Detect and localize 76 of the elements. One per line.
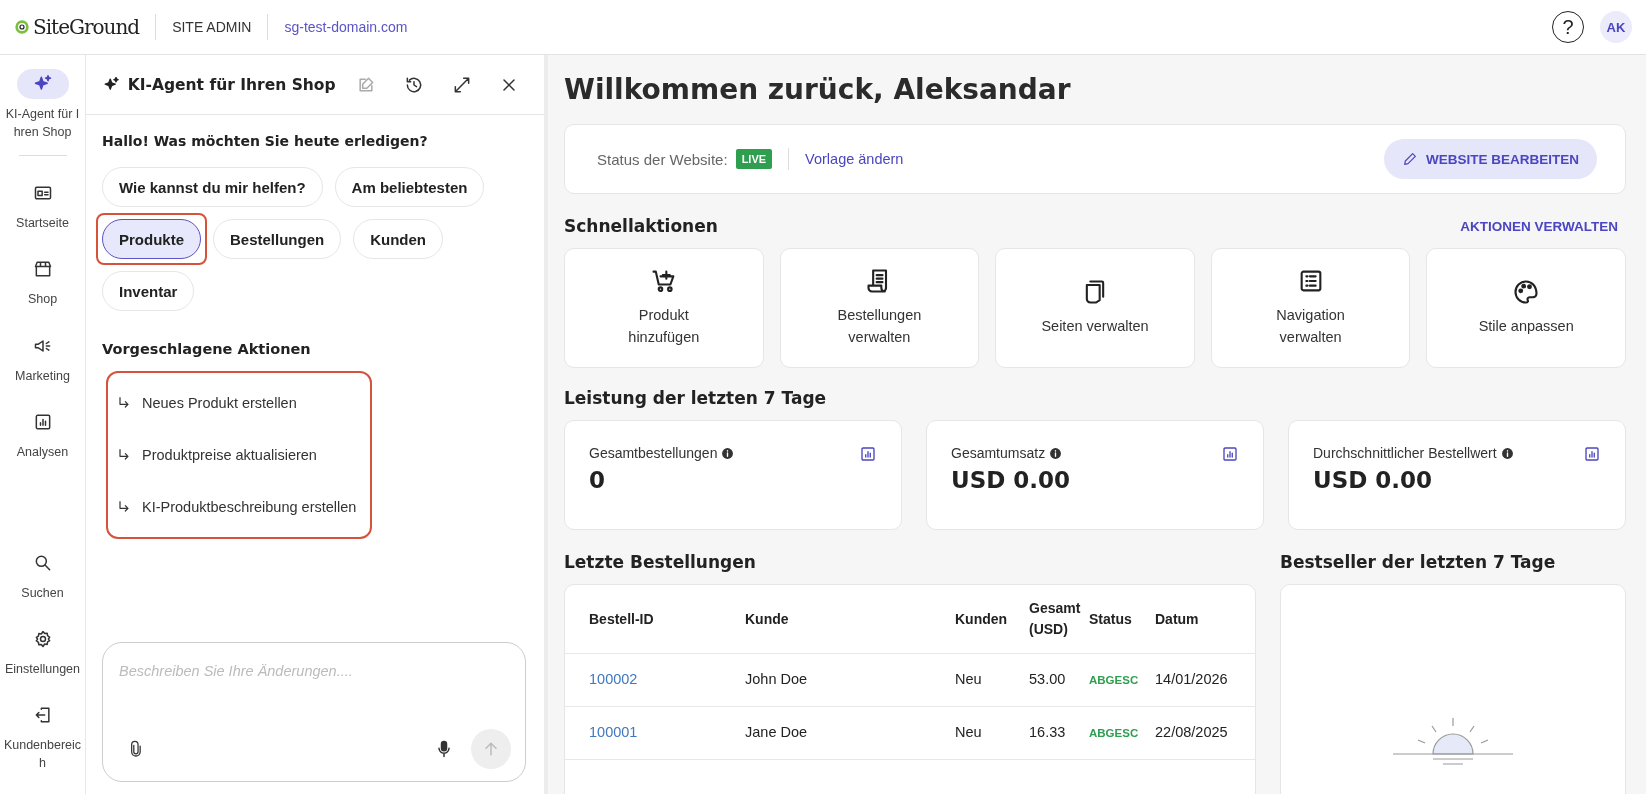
page-title: Willkommen zurück, Aleksandar (564, 73, 1072, 106)
logo[interactable]: SiteGround (14, 15, 140, 39)
order-link[interactable]: 100002 (589, 671, 638, 688)
quick-action-card[interactable]: Bestellungen verwalten (779, 248, 980, 368)
suggestion-chip[interactable]: Bestellungen (213, 219, 342, 259)
suggestion-chip[interactable]: Wie kannst du mir helfen? (102, 167, 323, 207)
section-title: Schnellaktionen (564, 216, 718, 236)
status-label: ABGESC (1089, 727, 1139, 740)
suggested-action[interactable]: KI-Produktbeschreibung erstellen (108, 481, 370, 533)
table-cell: 14/01/2026 (1155, 671, 1228, 688)
suggestion-chip[interactable]: Kunden (353, 219, 444, 259)
section-title: Vorgeschlagene Aktionen (102, 341, 312, 357)
swirl-icon (14, 19, 30, 35)
sidebar-item[interactable]: Startseite (2, 178, 83, 233)
palette-icon (1512, 278, 1541, 307)
quick-action-card[interactable]: Produkt hinzufügen (564, 248, 764, 368)
order-link[interactable]: 100001 (589, 724, 638, 741)
table-cell: Neu (955, 671, 982, 688)
table-cell: 22/08/2025 (1155, 724, 1228, 741)
sidebar-item[interactable]: Analysen (2, 406, 83, 461)
chart-icon (1221, 445, 1239, 463)
column-header: Datum (1155, 585, 1255, 654)
column-header: Bestell-ID (565, 585, 745, 654)
info-icon (721, 446, 735, 460)
domain-link[interactable]: sg-test-domain.com (284, 19, 408, 35)
stat-value: 0 (589, 467, 606, 493)
return-arrow-icon (116, 395, 132, 411)
table-cell: Jane Doe (745, 724, 808, 741)
panel-title: KI-Agent für Ihren Shop (127, 75, 336, 94)
column-header: Gesamt (USD) (1029, 585, 1089, 654)
section-title: Bestseller der letzten 7 Tage (1280, 552, 1557, 572)
column-header: Status (1089, 585, 1155, 654)
stat-label: Gesamtumsatz (951, 445, 1046, 461)
return-arrow-icon (116, 447, 132, 463)
message-field[interactable]: Beschreiben Sie Ihre Änderungen.... (119, 657, 511, 685)
manage-actions-link[interactable]: AKTIONEN VERWALTEN (1460, 218, 1618, 234)
sidebar-item[interactable]: Einstellungen (2, 623, 83, 678)
status-label: Status der Website: (597, 150, 728, 168)
table-cell: Neu (955, 724, 982, 741)
column-header: Kunden (955, 585, 1029, 654)
quick-action-card[interactable]: Stile anpassen (1426, 248, 1626, 368)
quick-action-card[interactable]: Navigation verwalten (1210, 248, 1411, 368)
pencil-icon (1402, 151, 1418, 167)
suggestion-chip[interactable]: Produkte (102, 219, 201, 259)
section-title: Leistung der letzten 7 Tage (564, 388, 828, 408)
stat-label: Durchschnittlicher Bestellwert (1313, 445, 1497, 461)
live-badge: LIVE (735, 149, 773, 169)
suggestion-chip[interactable]: Inventar (102, 271, 195, 311)
section-label: SITE ADMIN (172, 19, 252, 35)
quick-action-card[interactable]: Seiten verwalten (995, 248, 1195, 368)
section-title: Letzte Bestellungen (564, 552, 757, 572)
stat-value: USD 0.00 (951, 467, 1072, 493)
table-cell: John Doe (745, 671, 808, 688)
sidebar-item[interactable]: Shop (2, 254, 83, 309)
table-cell: 16.33 (1029, 724, 1066, 741)
sidebar-item[interactable]: KI-Agent für Ihren Shop (2, 69, 83, 142)
suggested-action[interactable]: Produktpreise aktualisieren (108, 429, 370, 481)
chart-icon (1583, 445, 1601, 463)
suggested-action[interactable]: Neues Produkt erstellen (108, 377, 370, 429)
info-icon (1049, 446, 1063, 460)
return-arrow-icon (116, 499, 132, 515)
user-avatar[interactable]: AK (1600, 11, 1632, 43)
suggestion-chip[interactable]: Am beliebtesten (334, 167, 485, 207)
table-cell: 53.00 (1029, 671, 1066, 688)
sidebar-item[interactable]: Kundenbereich (2, 699, 83, 772)
status-label: ABGESC (1089, 674, 1139, 687)
column-header: Kunde (745, 585, 955, 654)
chart-icon (859, 445, 877, 463)
edit-website-button[interactable]: WEBSITE BEARBEITEN (1384, 139, 1597, 179)
stat-label: Gesamtbestellungen (589, 445, 718, 461)
sidebar-item[interactable]: Marketing (2, 330, 83, 385)
change-template-link[interactable]: Vorlage ändern (805, 151, 904, 167)
info-icon (1500, 446, 1514, 460)
greeting-text: Hallo! Was möchten Sie heute erledigen? (102, 133, 429, 149)
stat-value: USD 0.00 (1313, 467, 1434, 493)
sidebar-item[interactable]: Suchen (2, 547, 83, 602)
